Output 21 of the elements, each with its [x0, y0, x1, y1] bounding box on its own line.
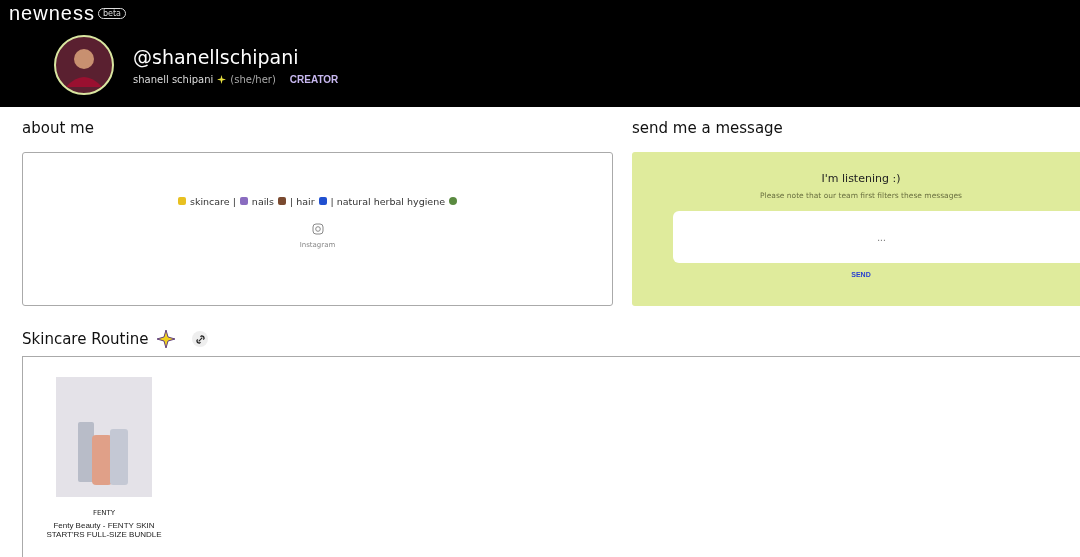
- username: @shanellschipani: [133, 45, 300, 68]
- avatar-icon: [54, 35, 114, 95]
- message-heading: I'm listening :): [821, 172, 901, 185]
- link-icon: [195, 334, 205, 344]
- section-title: about me: [22, 119, 95, 137]
- pronouns: (she/her): [230, 73, 276, 85]
- logo[interactable]: newness: [9, 2, 95, 25]
- sparkle-icon: [156, 329, 177, 349]
- bio-text: nails: [251, 195, 274, 207]
- section-title: send me a message: [632, 119, 784, 137]
- display-name: shanell schipani: [133, 73, 214, 85]
- collection-title: Skincare Routine: [22, 330, 149, 348]
- bio-text: skincare |: [189, 195, 236, 207]
- camera-icon[interactable]: [311, 222, 324, 235]
- bio-text: | hair: [289, 195, 315, 207]
- sparkle-icon: [217, 74, 227, 84]
- role-label: CREATOR: [289, 73, 339, 85]
- message-field[interactable]: ...: [673, 211, 1080, 263]
- link-button[interactable]: [192, 331, 209, 347]
- product-name[interactable]: Fenty Beauty - FENTY SKIN START'RS FULL-SIZE BUNDLE: [44, 521, 164, 539]
- bio-text: | natural herbal hygiene: [330, 195, 446, 207]
